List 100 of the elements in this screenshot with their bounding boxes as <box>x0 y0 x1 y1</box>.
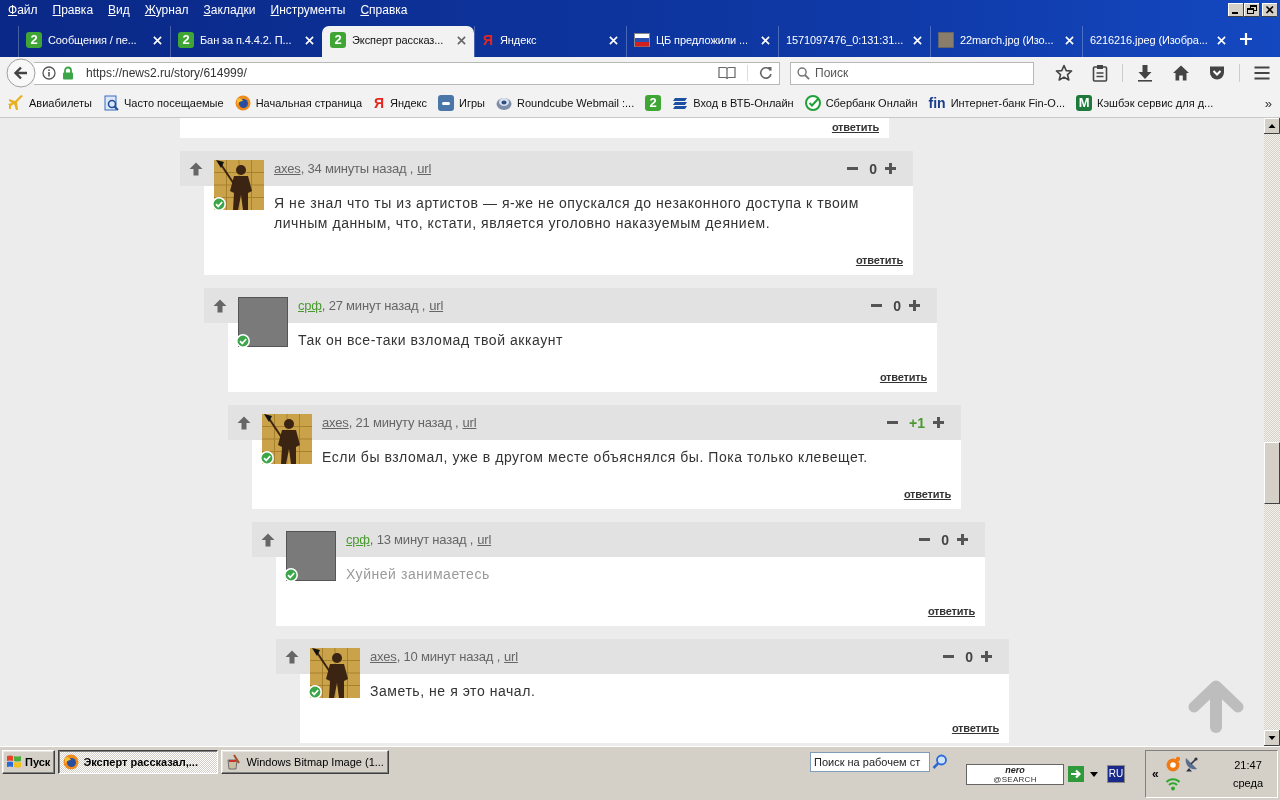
reader-icon[interactable] <box>718 66 736 80</box>
plus-icon[interactable] <box>885 163 896 174</box>
bookmark-item[interactable]: Авиабилеты <box>8 95 92 111</box>
search-logo[interactable]: nero @SEARCH <box>966 764 1064 785</box>
up-arrow-icon[interactable] <box>237 415 251 430</box>
language-indicator[interactable]: RU <box>1107 765 1125 783</box>
restore-icon[interactable] <box>1244 3 1260 17</box>
comment-text: Так он все-таки взломад твой аккаунт <box>298 331 564 350</box>
plus-icon[interactable] <box>957 534 968 545</box>
site-logo: fin <box>928 95 946 111</box>
check-circle-icon <box>804 95 821 111</box>
reply-link[interactable]: ответить <box>855 254 903 266</box>
url-link[interactable]: url <box>477 532 492 547</box>
bookmark-item[interactable]: fin Интернет-банк Fin-O... <box>928 95 1066 111</box>
menu-item[interactable]: Справка <box>360 3 408 17</box>
globe-icon <box>63 754 80 770</box>
bookmark-item[interactable]: Сбербанк Онлайн <box>804 95 918 111</box>
bookmark-item[interactable]: Игры <box>438 95 485 111</box>
taskbar-button[interactable]: Эксперт рассказал,... <box>58 750 219 774</box>
url-link[interactable]: url <box>417 161 432 176</box>
bookmark-item[interactable]: Часто посещаемые <box>103 95 224 111</box>
back-icon[interactable] <box>6 58 36 88</box>
author-link[interactable]: axes <box>322 415 349 430</box>
menu-item[interactable]: Журнал <box>144 3 189 17</box>
close-icon[interactable] <box>1262 3 1278 17</box>
scrollbar-thumb[interactable] <box>1264 442 1280 504</box>
site-logo: Я <box>482 32 494 48</box>
minimize-icon[interactable] <box>1228 3 1244 17</box>
menu-item[interactable]: Правка <box>52 3 94 17</box>
bookmark-item[interactable]: Я Яндекс <box>373 95 428 111</box>
show-hidden-icons-button[interactable]: « <box>1152 767 1159 781</box>
lock-icon <box>61 66 75 80</box>
bookmark-item[interactable]: M Кэшбэк сервис для д... <box>1076 95 1214 111</box>
up-arrow-icon[interactable] <box>285 649 299 664</box>
star-icon[interactable] <box>1055 64 1073 82</box>
reply-link[interactable]: ответить <box>903 488 951 500</box>
home-icon[interactable] <box>1172 64 1190 82</box>
comment-score: 0 <box>941 531 949 548</box>
caret-icon[interactable] <box>1090 772 1098 777</box>
url-link[interactable]: url <box>462 415 477 430</box>
comment-score: 0 <box>893 297 901 314</box>
clock-time[interactable]: 21:47 <box>1234 759 1262 771</box>
comment-time: , 21 минуту назад , <box>348 415 459 430</box>
comment-time: , 13 минут назад , <box>369 532 474 547</box>
comment-score: 0 <box>965 648 973 665</box>
chevron-shield-icon[interactable] <box>1208 64 1226 82</box>
reply-link[interactable]: ответить <box>831 121 879 133</box>
scroll-up-icon[interactable] <box>1264 118 1280 134</box>
up-arrow-icon[interactable] <box>189 161 203 176</box>
photo-placeholder[interactable] <box>286 531 336 581</box>
reply-link[interactable]: ответить <box>927 605 975 617</box>
address-field[interactable]: https://news2.ru/story/614999/ <box>34 61 780 85</box>
tile-icon <box>438 95 455 111</box>
photo-thumbnail <box>938 32 954 48</box>
go-arrow-icon[interactable] <box>1068 766 1084 782</box>
bookmark-item[interactable]: Roundcube Webmail :... <box>496 95 635 111</box>
plus-icon[interactable] <box>1240 33 1252 45</box>
plus-icon[interactable] <box>981 651 992 662</box>
bookmark-item[interactable]: Вход в ВТБ-Онлайн <box>672 95 794 111</box>
reload-icon[interactable] <box>759 66 773 80</box>
more-bookmarks-button[interactable]: » <box>1264 95 1272 111</box>
photo-placeholder[interactable] <box>238 297 288 347</box>
download-icon[interactable] <box>1136 64 1154 82</box>
author-link[interactable]: axes <box>274 161 301 176</box>
menu-item[interactable]: Закладки <box>203 3 256 17</box>
page-icon <box>103 95 119 111</box>
menu-item[interactable]: Вид <box>108 3 130 17</box>
silhouette-avatar[interactable] <box>310 648 360 698</box>
site-logo: 2 <box>26 32 42 48</box>
up-arrow-icon[interactable] <box>213 298 227 313</box>
menu-item[interactable]: Файл <box>8 3 38 17</box>
start-button[interactable]: Пуск <box>2 750 56 774</box>
comment-text: Я не знал что ты из артистов — я-же не опускался до незаконного доступа к твоим личным данным, что, кстати, является уголовно наказуемым деянием. <box>274 194 860 233</box>
author-link[interactable]: axes <box>370 649 397 664</box>
taskbar-button[interactable]: Windows Bitmap Image (1... <box>221 750 389 774</box>
scroll-down-icon[interactable] <box>1264 730 1280 746</box>
menu-icon[interactable] <box>1253 64 1271 82</box>
info-icon[interactable] <box>42 66 56 80</box>
plus-icon[interactable] <box>909 300 920 311</box>
bookmark-item[interactable]: Начальная страница <box>234 95 363 111</box>
comment-score: +1 <box>909 414 925 431</box>
reply-link[interactable]: ответить <box>951 722 999 734</box>
clipboard-icon[interactable] <box>1091 64 1109 82</box>
flag-icon <box>634 32 650 48</box>
menu-item[interactable]: Инструменты <box>270 3 346 17</box>
site-logo: M <box>1076 95 1093 111</box>
url-link[interactable]: url <box>429 298 444 313</box>
silhouette-avatar[interactable] <box>262 414 312 464</box>
search-icon[interactable] <box>930 752 950 772</box>
silhouette-avatar[interactable] <box>214 160 264 210</box>
comment-time: , 34 минуты назад , <box>300 161 414 176</box>
reply-link[interactable]: ответить <box>879 371 927 383</box>
browser-tab[interactable]: 2 Эксперт рассказ... <box>322 26 474 57</box>
plus-icon[interactable] <box>933 417 944 428</box>
desktop-search-field[interactable]: Поиск на рабочем ст <box>810 752 930 772</box>
search-field[interactable]: Поиск <box>790 61 1034 85</box>
url-link[interactable]: url <box>504 649 518 664</box>
globe-icon <box>234 95 251 111</box>
up-arrow-icon[interactable] <box>261 532 275 547</box>
paint-bucket-icon <box>226 754 243 770</box>
